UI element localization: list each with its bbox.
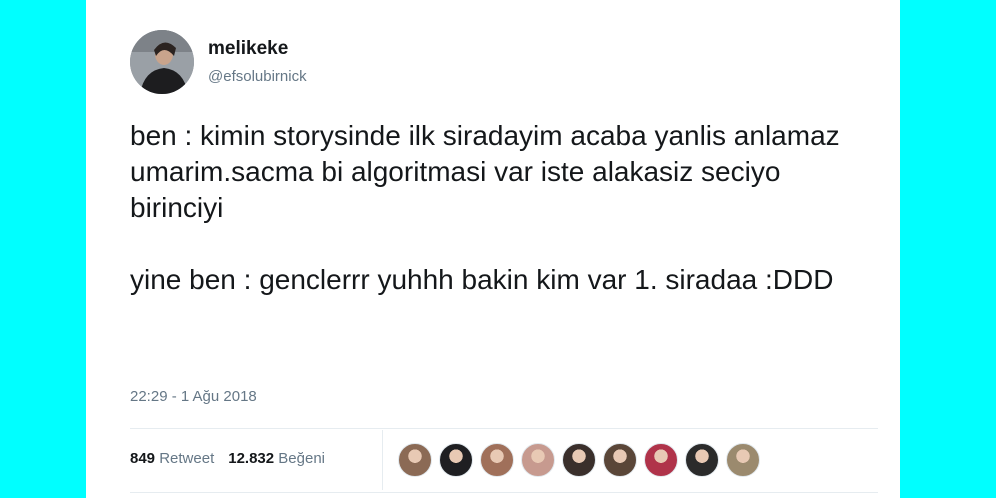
person-photo-icon xyxy=(130,30,194,94)
liker-avatar[interactable] xyxy=(603,443,637,477)
user-handle[interactable]: @efsolubirnick xyxy=(208,68,307,85)
liker-avatar[interactable] xyxy=(480,443,514,477)
liker-avatar[interactable] xyxy=(521,443,555,477)
tweet-card: melikeke @efsolubirnick ben : kimin stor… xyxy=(86,0,900,498)
like-count: 12.832 xyxy=(228,450,275,467)
divider xyxy=(130,428,878,429)
tweet-timestamp[interactable]: 22:29 - 1 Ağu 2018 xyxy=(130,388,257,405)
liker-avatar[interactable] xyxy=(398,443,432,477)
engagement-stats: 849 Retweet 12.832 Beğeni xyxy=(130,450,325,467)
liker-avatar[interactable] xyxy=(726,443,760,477)
retweet-label: Retweet xyxy=(159,450,215,467)
liker-avatar[interactable] xyxy=(685,443,719,477)
retweet-stat[interactable]: 849 Retweet xyxy=(130,450,214,467)
liker-avatar[interactable] xyxy=(439,443,473,477)
stats-separator xyxy=(382,430,383,490)
tweet-paragraph: yine ben : genclerrr yuhhh bakin kim var… xyxy=(130,264,834,295)
display-name[interactable]: melikeke xyxy=(208,38,288,60)
liker-avatars xyxy=(398,443,760,477)
like-label: Beğeni xyxy=(278,450,326,467)
profile-avatar[interactable] xyxy=(130,30,194,94)
tweet-text: ben : kimin storysinde ilk siradayim aca… xyxy=(130,118,870,298)
retweet-count: 849 xyxy=(130,450,156,467)
liker-avatar[interactable] xyxy=(644,443,678,477)
like-stat[interactable]: 12.832 Beğeni xyxy=(228,450,325,467)
tweet-paragraph: ben : kimin storysinde ilk siradayim aca… xyxy=(130,120,840,223)
divider xyxy=(130,492,878,493)
liker-avatar[interactable] xyxy=(562,443,596,477)
